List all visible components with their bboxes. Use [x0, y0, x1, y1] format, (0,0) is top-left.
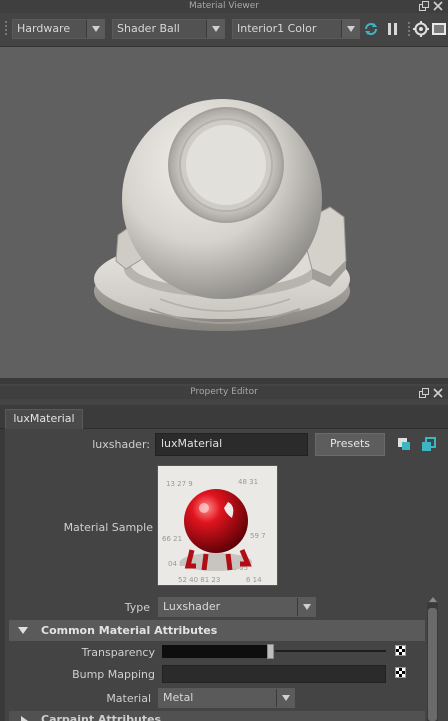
map-button-icon[interactable] — [395, 667, 406, 678]
toolbar-grip[interactable] — [4, 20, 8, 38]
section-common-material-attributes[interactable]: Common Material Attributes — [9, 620, 425, 641]
material-viewer-title: Material Viewer — [0, 0, 448, 13]
shader-ball-preview — [94, 99, 350, 331]
section-title: Common Material Attributes — [41, 624, 218, 637]
close-panel-icon[interactable] — [433, 388, 443, 398]
float-panel-icon[interactable] — [419, 1, 429, 11]
panel-splitter[interactable] — [0, 378, 448, 384]
svg-text:48 31: 48 31 — [238, 478, 258, 486]
property-editor-title: Property Editor — [0, 386, 448, 399]
chevron-down-icon — [276, 689, 294, 707]
map-button-icon[interactable] — [395, 645, 406, 656]
close-panel-icon[interactable] — [433, 1, 443, 11]
section-title: Carpaint Attributes — [41, 713, 162, 721]
geometry-value: Shader Ball — [117, 22, 180, 35]
scrollbar-thumb[interactable] — [428, 608, 437, 721]
chevron-down-icon — [297, 598, 315, 616]
node-type-label: luxshader: — [92, 438, 150, 451]
tab-luxmaterial[interactable]: luxMaterial — [5, 409, 83, 429]
material-viewer-viewport[interactable] — [0, 47, 448, 378]
material-sample-swatch: 13 27 948 31 66 2159 7 04 86 1732 95 52 … — [157, 465, 278, 586]
transparency-slider-track[interactable] — [275, 650, 386, 652]
svg-text:6 14: 6 14 — [246, 576, 262, 584]
material-value: Metal — [163, 691, 194, 704]
chevron-down-icon — [206, 20, 224, 38]
material-sample-label: Material Sample — [63, 521, 153, 534]
presets-button[interactable]: Presets — [315, 433, 385, 456]
property-editor-tabbar: luxMaterial — [0, 405, 448, 429]
transparency-color-swatch[interactable] — [162, 645, 267, 658]
type-label: Type — [124, 601, 150, 614]
renderer-value: Hardware — [17, 22, 71, 35]
focus-output-node-icon[interactable] — [420, 436, 438, 454]
svg-text:66 21: 66 21 — [162, 535, 182, 543]
svg-text:59 7: 59 7 — [250, 532, 266, 540]
float-panel-icon[interactable] — [419, 388, 429, 398]
material-label: Material — [106, 692, 151, 705]
svg-text:13 27 9: 13 27 9 — [166, 480, 193, 488]
bump-mapping-field[interactable] — [162, 665, 386, 683]
transparency-slider-handle[interactable] — [267, 644, 274, 659]
environment-dropdown[interactable]: Interior1 Color — [232, 19, 360, 39]
environment-value: Interior1 Color — [237, 22, 317, 35]
chevron-down-icon — [86, 20, 104, 38]
type-value: Luxshader — [163, 600, 221, 613]
type-dropdown[interactable]: Luxshader — [158, 597, 316, 617]
node-name-field[interactable]: luxMaterial — [155, 433, 308, 456]
geometry-dropdown[interactable]: Shader Ball — [112, 19, 225, 39]
chevron-down-icon — [341, 20, 359, 38]
section-carpaint-attributes[interactable]: Carpaint Attributes — [9, 711, 425, 721]
material-dropdown[interactable]: Metal — [158, 688, 295, 708]
renderer-dropdown[interactable]: Hardware — [12, 19, 105, 39]
left-edge-bar — [0, 429, 5, 721]
focus-input-node-icon[interactable] — [396, 436, 414, 454]
refresh-render-icon[interactable] — [362, 20, 380, 38]
expand-triangle-icon — [21, 716, 28, 721]
collapse-triangle-icon — [18, 627, 28, 634]
transparency-label: Transparency — [81, 646, 155, 659]
scroll-up-arrow-icon[interactable] — [429, 597, 437, 602]
render-settings-icon[interactable] — [412, 20, 430, 38]
bump-mapping-label: Bump Mapping — [72, 668, 155, 681]
svg-text:52 40 81 23: 52 40 81 23 — [178, 576, 220, 584]
snapshot-icon[interactable] — [430, 20, 448, 38]
